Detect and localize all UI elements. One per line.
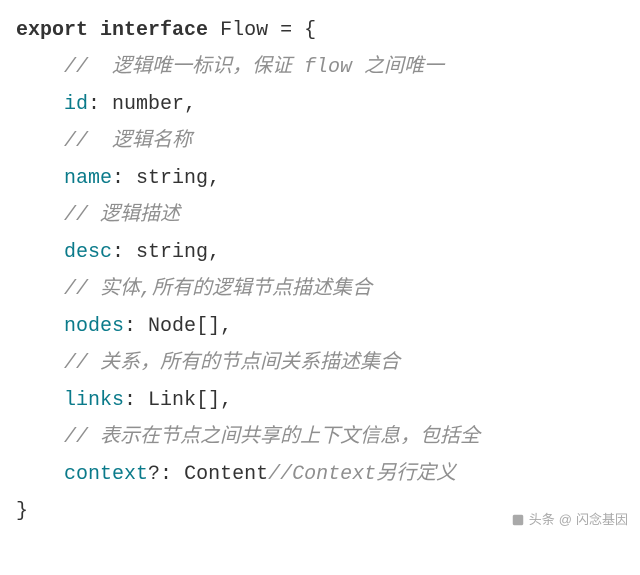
indent: [16, 93, 64, 116]
prop-nodes: nodes: [64, 315, 124, 338]
indent: [16, 130, 64, 153]
watermark-prefix: 头条: [529, 508, 555, 532]
keyword-export: export: [16, 19, 88, 42]
comment-links: // 关系，所有的节点间关系描述集合: [64, 352, 400, 375]
watermark-at: @: [559, 508, 572, 532]
optional-mark: ?: [148, 463, 160, 486]
type-link-array: Link[]: [148, 389, 220, 412]
indent: [16, 278, 64, 301]
indent: [16, 352, 64, 375]
prop-name: name: [64, 167, 112, 190]
comment-id: // 逻辑唯一标识，保证 flow 之间唯一: [64, 56, 444, 79]
indent: [16, 204, 64, 227]
type-string: string: [136, 241, 208, 264]
prop-links: links: [64, 389, 124, 412]
comment-nodes: // 实体,所有的逻辑节点描述集合: [64, 278, 372, 301]
punct-rbrace: }: [16, 500, 28, 523]
prop-desc: desc: [64, 241, 112, 264]
type-string: string: [136, 167, 208, 190]
indent: [16, 389, 64, 412]
watermark-author: 闪念基因: [576, 508, 628, 532]
comment-context-tail: //Context另行定义: [268, 463, 456, 486]
punct-lbrace: {: [304, 19, 316, 42]
comment-context: // 表示在节点之间共享的上下文信息，包括全: [64, 426, 480, 449]
type-node-array: Node[]: [148, 315, 220, 338]
comment-name: // 逻辑名称: [64, 130, 192, 153]
code-block: export interface Flow = { // 逻辑唯一标识，保证 f…: [16, 12, 632, 530]
indent: [16, 56, 64, 79]
toutiao-icon: [511, 513, 525, 527]
type-number: number: [112, 93, 184, 116]
watermark: 头条 @闪念基因: [511, 508, 628, 532]
prop-id: id: [64, 93, 88, 116]
indent: [16, 315, 64, 338]
prop-context: context: [64, 463, 148, 486]
interface-name: Flow: [220, 19, 268, 42]
punct-eq: =: [268, 19, 304, 42]
indent: [16, 241, 64, 264]
indent: [16, 463, 64, 486]
type-content: Content: [184, 463, 268, 486]
comment-desc: // 逻辑描述: [64, 204, 180, 227]
indent: [16, 426, 64, 449]
keyword-interface: interface: [100, 19, 208, 42]
indent: [16, 167, 64, 190]
